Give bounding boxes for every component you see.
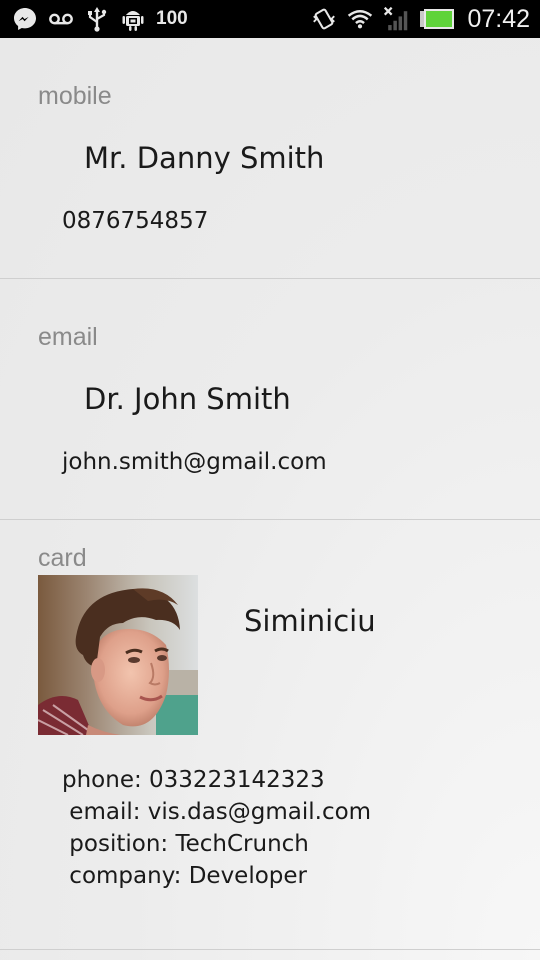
email-address: john.smith@gmail.com <box>62 449 327 475</box>
status-bar: 100 07:42 <box>0 0 540 38</box>
avatar <box>38 575 198 735</box>
clock-time: 07:42 <box>467 4 530 33</box>
contact-item-email[interactable]: email Dr. John Smith john.smith@gmail.co… <box>0 279 540 520</box>
card-phone: phone: 033223142323 <box>62 767 325 793</box>
card-email: email: vis.das@gmail.com <box>62 799 372 825</box>
battery-level-text: 100 <box>156 8 188 29</box>
section-label-mobile: mobile <box>38 82 112 110</box>
section-label-email: email <box>38 323 98 351</box>
contact-name: Mr. Danny Smith <box>84 141 325 175</box>
no-signal-icon <box>383 6 409 32</box>
status-bar-system: 07:42 <box>311 5 530 34</box>
phone-number: 0876754857 <box>62 208 209 234</box>
wifi-icon <box>347 6 373 32</box>
battery-icon <box>419 6 455 32</box>
vibrate-icon <box>311 6 337 32</box>
voicemail-icon <box>48 6 74 32</box>
contact-item-card[interactable]: card Siminiciu phone: 033223142323 email… <box>0 520 540 950</box>
contact-name: Dr. John Smith <box>84 382 291 416</box>
status-bar-notifications: 100 <box>12 6 188 32</box>
card-details: phone: 033223142323 email: vis.das@gmail… <box>62 764 371 892</box>
card-contact-name: Siminiciu <box>244 604 376 638</box>
messenger-icon <box>12 6 38 32</box>
contact-list[interactable]: mobile Mr. Danny Smith 0876754857 email … <box>0 38 540 960</box>
usb-icon <box>84 6 110 32</box>
card-position: position: TechCrunch <box>62 831 309 857</box>
android-debug-icon <box>120 6 146 32</box>
section-label-card: card <box>38 544 87 572</box>
contact-item-mobile[interactable]: mobile Mr. Danny Smith 0876754857 <box>0 38 540 279</box>
card-company: company: Developer <box>62 863 307 889</box>
